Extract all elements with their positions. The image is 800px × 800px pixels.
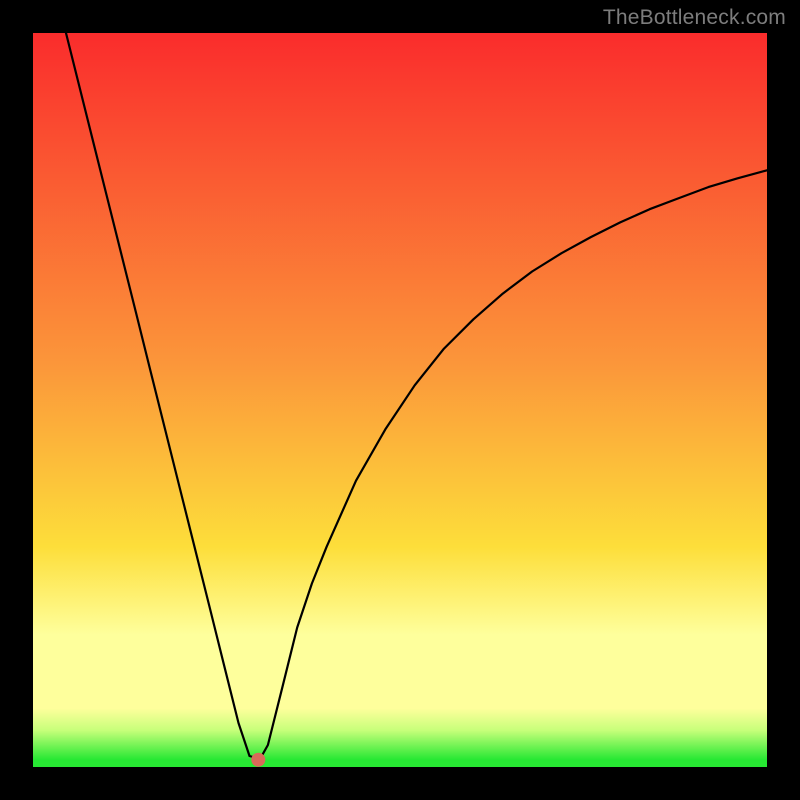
bottleneck-curve — [66, 33, 767, 758]
chart-frame: TheBottleneck.com — [0, 0, 800, 800]
curve-svg — [33, 33, 767, 767]
watermark-text: TheBottleneck.com — [603, 6, 786, 30]
min-point-marker — [251, 753, 265, 767]
plot-area — [33, 33, 767, 767]
